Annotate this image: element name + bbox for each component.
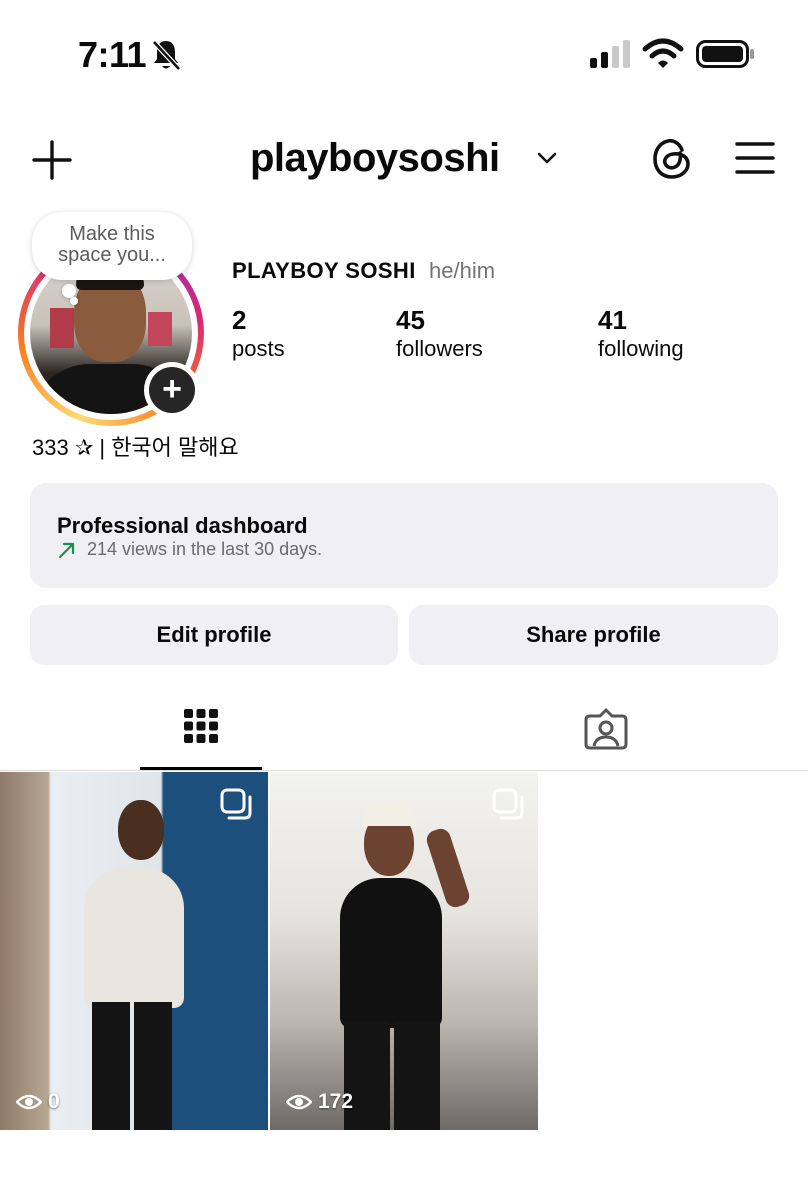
stat-posts[interactable]: 2 posts (232, 306, 285, 364)
stat-value: 2 (232, 305, 247, 335)
stat-label: followers (396, 336, 483, 361)
post-figure (362, 802, 416, 826)
tagged-icon (584, 708, 628, 750)
avatar-bg-poster (148, 312, 172, 346)
bell-slash-icon (152, 40, 181, 71)
stat-value: 45 (396, 305, 425, 335)
bio: 333 ✰ | 한국어 말해요 (32, 435, 239, 460)
stat-following[interactable]: 41 following (598, 306, 684, 364)
username-switcher[interactable]: playboysoshi (250, 136, 500, 181)
stat-value: 41 (598, 305, 627, 335)
chevron-down-icon[interactable] (536, 150, 558, 166)
battery-icon (696, 40, 754, 68)
add-story-button[interactable]: + (144, 362, 200, 418)
display-name: PLAYBOY SOSHI (232, 258, 416, 283)
note-bubble-tail (62, 284, 76, 298)
pronouns: he/him (429, 258, 496, 283)
post-thumbnail[interactable]: 0 (0, 772, 268, 1130)
tab-tagged[interactable] (560, 700, 652, 764)
eye-icon (16, 1094, 42, 1110)
edit-profile-button[interactable]: Edit profile (30, 605, 398, 665)
post-figure (92, 1002, 130, 1130)
professional-dashboard[interactable]: Professional dashboard 214 views in the … (30, 483, 778, 588)
status-time: 7:11 (78, 34, 147, 75)
create-plus-button[interactable] (30, 138, 74, 182)
note-bubble-text: Make this space you... (58, 223, 166, 266)
stat-label: following (598, 336, 684, 361)
note-bubble[interactable]: Make this space you... (32, 212, 192, 280)
share-profile-button[interactable]: Share profile (409, 605, 778, 665)
post-views: 0 (16, 1090, 60, 1114)
dashboard-subtitle: 214 views in the last 30 days. (87, 539, 323, 559)
grid-icon (184, 709, 218, 743)
post-thumbnail[interactable]: 172 (270, 772, 538, 1130)
post-figure (84, 868, 184, 1008)
menu-icon[interactable] (734, 140, 776, 176)
stat-followers[interactable]: 45 followers (396, 306, 483, 364)
post-views: 172 (286, 1090, 353, 1114)
wifi-icon (642, 38, 684, 68)
threads-icon[interactable] (650, 136, 694, 182)
post-view-count: 172 (318, 1090, 354, 1113)
post-figure (394, 1022, 440, 1130)
multi-post-icon (220, 788, 252, 820)
note-bubble-tail (70, 297, 78, 305)
eye-icon (286, 1094, 312, 1110)
avatar-bg-poster (50, 308, 74, 348)
signal-icon (590, 40, 630, 68)
dashboard-title: Professional dashboard (57, 513, 308, 538)
post-figure (340, 878, 442, 1028)
post-figure (134, 1002, 172, 1130)
multi-post-icon (492, 788, 524, 820)
post-view-count: 0 (48, 1090, 60, 1113)
tab-posts-grid[interactable] (140, 700, 262, 770)
tabs-divider (0, 770, 808, 771)
add-story-icon: + (149, 367, 195, 413)
post-figure (118, 800, 164, 860)
trend-arrow-icon (58, 542, 75, 559)
stat-label: posts (232, 336, 285, 361)
